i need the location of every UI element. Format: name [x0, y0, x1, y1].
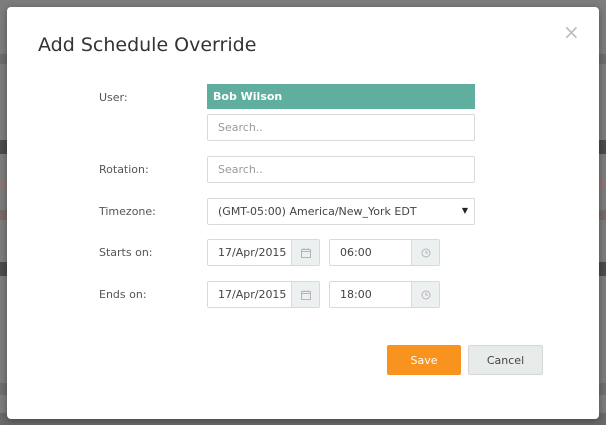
dialog-title: Add Schedule Override: [38, 34, 257, 56]
ends-on-time-input[interactable]: 18:00: [329, 281, 440, 308]
rotation-search-placeholder: Search..: [218, 163, 263, 176]
ends-on-date-input[interactable]: 17/Apr/2015: [207, 281, 320, 308]
user-search-placeholder: Search..: [218, 121, 263, 134]
timezone-value: (GMT-05:00) America/New_York EDT: [218, 205, 417, 218]
selected-user-name: Bob Wilson: [213, 90, 283, 103]
save-button[interactable]: Save: [387, 345, 461, 375]
schedule-override-dialog: Add Schedule Override × User: Bob Wilson…: [7, 7, 599, 419]
ends-on-time-value: 18:00: [340, 288, 372, 301]
starts-on-time-value: 06:00: [340, 246, 372, 259]
cancel-button[interactable]: Cancel: [468, 345, 543, 375]
rotation-label: Rotation:: [99, 163, 149, 176]
starts-on-date-input[interactable]: 17/Apr/2015: [207, 239, 320, 266]
calendar-icon[interactable]: [291, 282, 319, 307]
timezone-label: Timezone:: [99, 205, 156, 218]
ends-on-date-value: 17/Apr/2015: [218, 288, 287, 301]
starts-on-date-value: 17/Apr/2015: [218, 246, 287, 259]
timezone-select[interactable]: (GMT-05:00) America/New_York EDT ▼: [207, 198, 475, 225]
chevron-down-icon: ▼: [461, 206, 468, 215]
user-label: User:: [99, 91, 128, 104]
clock-icon[interactable]: [411, 240, 439, 265]
selected-user-chip[interactable]: Bob Wilson: [207, 84, 475, 109]
starts-on-label: Starts on:: [99, 246, 153, 259]
close-icon[interactable]: ×: [563, 22, 580, 42]
calendar-icon[interactable]: [291, 240, 319, 265]
rotation-search-input[interactable]: Search..: [207, 156, 475, 183]
clock-icon[interactable]: [411, 282, 439, 307]
starts-on-time-input[interactable]: 06:00: [329, 239, 440, 266]
ends-on-label: Ends on:: [99, 288, 147, 301]
user-search-input[interactable]: Search..: [207, 114, 475, 141]
